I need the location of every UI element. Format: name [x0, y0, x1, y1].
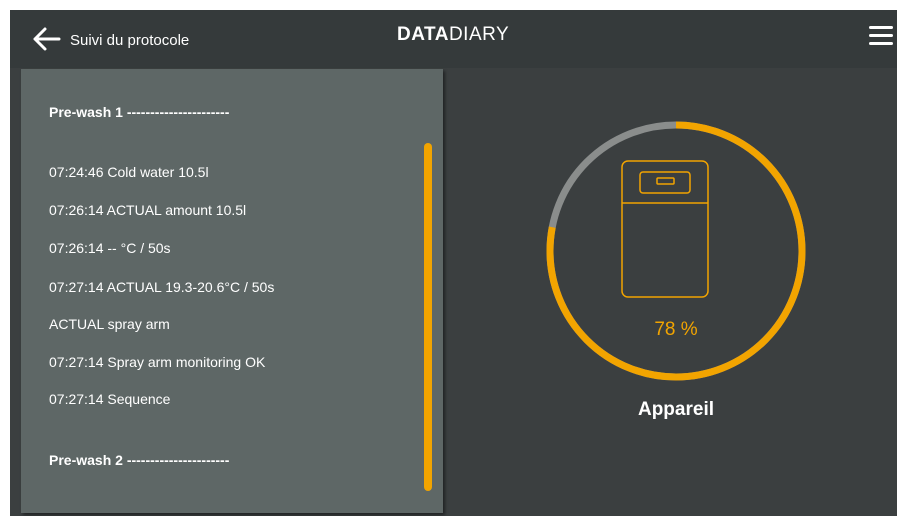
log-line: ACTUAL spray arm	[49, 316, 170, 332]
top-bar: Suivi du protocole DATADIARY	[10, 10, 897, 68]
progress-percent: 78 %	[654, 319, 698, 340]
log-line: 07:27:14 ACTUAL 19.3-20.6°C / 50s	[49, 279, 275, 295]
washer-disinfector-icon	[621, 160, 709, 298]
protocol-log-panel[interactable]: Pre-wash 1 ---------------------- 07:24:…	[21, 69, 443, 513]
progress-ring	[546, 121, 806, 381]
log-line: 07:24:46 Cold water 10.5l	[49, 164, 209, 180]
log-line: Pre-wash 1 ----------------------	[49, 104, 230, 120]
page-title: Suivi du protocole	[70, 32, 190, 49]
log-line: 07:26:14 ACTUAL amount 10.5l	[49, 202, 247, 218]
log-line: 07:26:14 -- °C / 50s	[49, 240, 171, 256]
app-logo: DATADIARY	[397, 24, 509, 46]
hamburger-menu-icon	[869, 26, 893, 45]
arrow-left-icon	[33, 27, 61, 51]
log-line: 07:27:14 Sequence	[49, 391, 171, 407]
device-label: Appareil	[637, 399, 715, 420]
menu-button[interactable]	[869, 26, 893, 46]
log-line: 07:27:14 Spray arm monitoring OK	[49, 354, 266, 370]
back-button[interactable]	[32, 26, 62, 52]
logo-light: DIARY	[448, 24, 510, 45]
log-line: Pre-wash 2 ----------------------	[49, 452, 230, 468]
log-scrollbar[interactable]	[424, 143, 432, 491]
app-screen: Suivi du protocole DATADIARY Pre-wash 1 …	[10, 10, 897, 516]
logo-bold: DATA	[397, 24, 449, 45]
